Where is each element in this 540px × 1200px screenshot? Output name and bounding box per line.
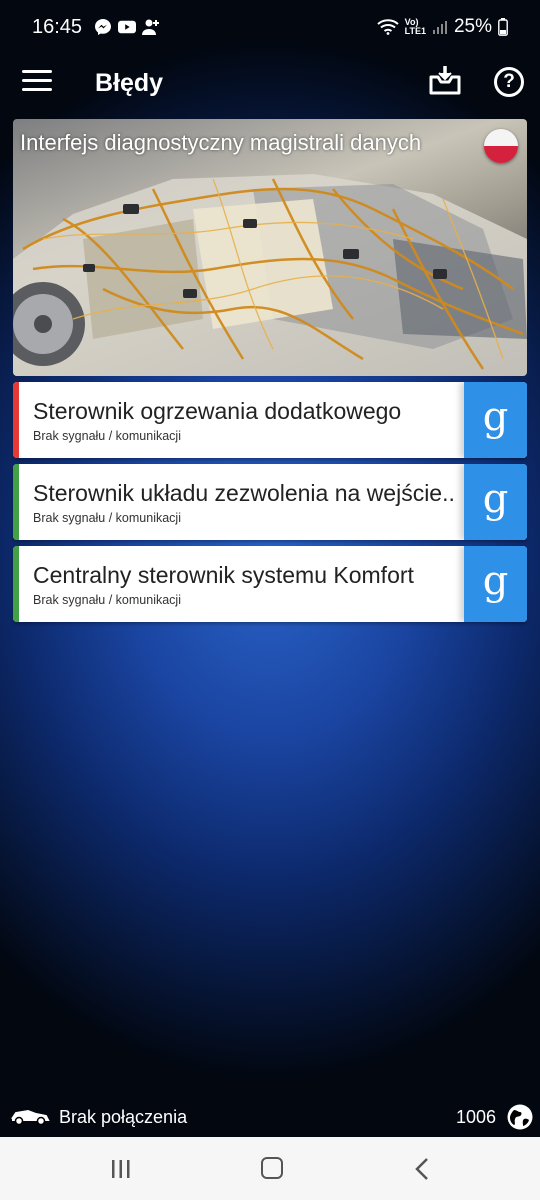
signal-icon — [432, 21, 447, 34]
lte-label: LTE1 — [404, 26, 426, 36]
google-search-button[interactable]: g — [464, 546, 527, 622]
vehicle-wiring-banner: Interfejs diagnostyczny magistrali danyc… — [13, 119, 527, 376]
google-g-icon: g — [482, 476, 509, 522]
menu-icon-bar — [22, 79, 52, 82]
banner-title: Interfejs diagnostyczny magistrali danyc… — [20, 130, 422, 155]
module-name: Sterownik ogrzewania dodatkowego — [33, 398, 402, 424]
module-status: Brak sygnału / komunikacji — [33, 593, 181, 607]
add-contact-icon — [142, 19, 160, 35]
car-icon — [11, 1109, 50, 1126]
notification-icons — [94, 18, 160, 36]
recent-apps-icon[interactable] — [110, 1159, 132, 1179]
system-icons: Vo) LTE1 25% — [376, 16, 508, 38]
google-g-icon: g — [482, 558, 509, 604]
battery-icon — [498, 18, 508, 36]
system-navigation-bar — [0, 1137, 540, 1200]
connection-status-text: Brak połączenia — [59, 1107, 188, 1127]
app-bar: Błędy ? — [0, 54, 540, 112]
page-title: Błędy — [95, 69, 164, 97]
battery-percent: 25% — [453, 16, 492, 37]
inbox-download-icon[interactable] — [428, 64, 462, 98]
youtube-icon — [118, 20, 137, 34]
module-name: Centralny sterownik systemu Komfort — [33, 562, 414, 588]
car-wiring-illustration — [13, 174, 527, 376]
counter-value: 1006 — [456, 1107, 497, 1127]
module-status: Brak sygnału / komunikacji — [33, 429, 181, 443]
back-icon[interactable] — [414, 1157, 430, 1181]
google-search-button[interactable]: g — [464, 382, 527, 458]
help-button[interactable]: ? — [494, 67, 524, 97]
module-status: Brak sygnału / komunikacji — [33, 511, 181, 525]
volte-lte-label: Vo) LTE1 — [405, 18, 426, 36]
module-item-comfort-system[interactable]: Centralny sterownik systemu Komfort Brak… — [13, 546, 527, 622]
google-search-button[interactable]: g — [464, 464, 527, 540]
google-g-icon: g — [482, 394, 509, 440]
error-status-stripe — [13, 382, 19, 458]
module-item-access-authorization[interactable]: Sterownik układu zezwolenia na wejście..… — [13, 464, 527, 540]
globe-icon[interactable] — [506, 1103, 534, 1131]
messenger-icon — [95, 19, 112, 35]
home-icon[interactable] — [261, 1157, 283, 1179]
poland-flag-icon[interactable] — [484, 129, 518, 163]
menu-icon-bar — [22, 70, 52, 73]
wifi-icon — [376, 19, 399, 35]
module-name: Sterownik układu zezwolenia na wejście.. — [33, 480, 455, 506]
connection-status-bar: Brak połączenia 1006 — [0, 1097, 540, 1137]
menu-button[interactable] — [22, 70, 52, 96]
menu-icon-bar — [22, 88, 52, 91]
module-item-auxiliary-heater[interactable]: Sterownik ogrzewania dodatkowego Brak sy… — [13, 382, 527, 458]
status-time: 16:45 — [32, 15, 83, 38]
ok-status-stripe — [13, 546, 19, 622]
ok-status-stripe — [13, 464, 19, 540]
status-bar: 16:45 Vo) LTE1 25% — [0, 0, 540, 54]
